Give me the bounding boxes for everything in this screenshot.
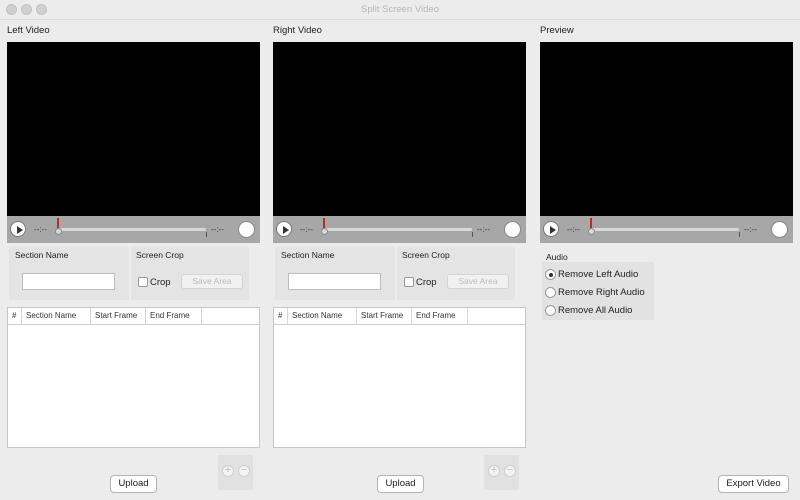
right-save-area-button[interactable]: Save Area — [447, 274, 509, 289]
right-crop-checkbox[interactable] — [404, 277, 414, 287]
left-upload-button[interactable]: Upload — [110, 475, 157, 493]
left-scrubber-track[interactable] — [58, 228, 206, 231]
right-volume-knob[interactable] — [504, 221, 521, 238]
left-crop-checkbox[interactable] — [138, 277, 148, 287]
left-col-section-name[interactable]: Section Name — [22, 308, 91, 324]
right-time-current: --:-- — [300, 225, 313, 234]
right-upload-button[interactable]: Upload — [377, 475, 424, 493]
preview-end-marker[interactable] — [739, 232, 740, 237]
left-col-start-frame[interactable]: Start Frame — [91, 308, 146, 324]
title-bar: Split Screen Video — [0, 0, 800, 20]
preview-time-remaining: --:-- — [744, 225, 757, 234]
left-volume-knob[interactable] — [238, 221, 255, 238]
right-col-start-frame[interactable]: Start Frame — [357, 308, 412, 324]
right-col-end-frame[interactable]: End Frame — [412, 308, 468, 324]
right-player-controls: --:-- --:-- — [273, 216, 526, 243]
right-add-icon[interactable]: + — [488, 465, 500, 477]
remove-right-audio-label: Remove Right Audio — [558, 287, 645, 298]
window-title: Split Screen Video — [361, 4, 439, 15]
preview-playhead-handle[interactable] — [588, 218, 595, 235]
left-section-name-box: Section Name — [9, 247, 129, 300]
preview-time-current: --:-- — [567, 225, 580, 234]
left-col-number[interactable]: # — [8, 308, 22, 324]
right-crop-label: Crop — [416, 277, 437, 288]
export-video-button[interactable]: Export Video — [718, 475, 789, 493]
left-end-marker[interactable] — [206, 232, 207, 237]
left-save-area-button[interactable]: Save Area — [181, 274, 243, 289]
right-end-marker[interactable] — [472, 232, 473, 237]
left-sections-table: # Section Name Start Frame End Frame — [7, 307, 260, 448]
left-remove-icon[interactable]: − — [238, 465, 250, 477]
left-add-icon[interactable]: + — [222, 465, 234, 477]
preview-player-controls: --:-- --:-- — [540, 216, 793, 243]
left-table-header: # Section Name Start Frame End Frame — [8, 308, 259, 325]
left-section-name-input[interactable] — [22, 273, 115, 290]
left-section-name-label: Section Name — [15, 250, 69, 260]
preview-label: Preview — [540, 25, 574, 36]
right-play-icon[interactable] — [276, 221, 292, 237]
left-col-end-frame[interactable]: End Frame — [146, 308, 202, 324]
right-screen-crop-label: Screen Crop — [402, 250, 450, 260]
audio-options-group: Remove Left Audio Remove Right Audio Rem… — [542, 262, 654, 320]
remove-all-audio-label: Remove All Audio — [558, 305, 633, 316]
right-col-number[interactable]: # — [274, 308, 288, 324]
right-col-section-name[interactable]: Section Name — [288, 308, 357, 324]
remove-left-audio-radio[interactable] — [545, 269, 556, 280]
right-section-name-box: Section Name — [275, 247, 395, 300]
left-add-remove-group: + − — [218, 455, 253, 490]
right-playhead-handle[interactable] — [321, 218, 328, 235]
left-crop-label: Crop — [150, 277, 171, 288]
right-video-label: Right Video — [273, 25, 322, 36]
left-time-current: --:-- — [34, 225, 47, 234]
right-screen-crop-box: Screen Crop Crop Save Area — [397, 247, 515, 300]
left-time-remaining: --:-- — [211, 225, 224, 234]
left-video-player[interactable] — [7, 42, 260, 216]
left-player-controls: --:-- --:-- — [7, 216, 260, 243]
preview-play-icon[interactable] — [543, 221, 559, 237]
right-sections-table: # Section Name Start Frame End Frame — [273, 307, 526, 448]
left-video-label: Left Video — [7, 25, 50, 36]
preview-volume-knob[interactable] — [771, 221, 788, 238]
preview-video-player[interactable] — [540, 42, 793, 216]
right-add-remove-group: + − — [484, 455, 519, 490]
left-screen-crop-label: Screen Crop — [136, 250, 184, 260]
right-video-player[interactable] — [273, 42, 526, 216]
right-time-remaining: --:-- — [477, 225, 490, 234]
right-section-name-input[interactable] — [288, 273, 381, 290]
audio-label: Audio — [546, 252, 568, 262]
right-remove-icon[interactable]: − — [504, 465, 516, 477]
left-screen-crop-box: Screen Crop Crop Save Area — [131, 247, 249, 300]
left-playhead-handle[interactable] — [55, 218, 62, 235]
remove-right-audio-radio[interactable] — [545, 287, 556, 298]
right-table-header: # Section Name Start Frame End Frame — [274, 308, 525, 325]
right-section-name-label: Section Name — [281, 250, 335, 260]
remove-left-audio-label: Remove Left Audio — [558, 269, 639, 280]
preview-scrubber-track[interactable] — [591, 228, 739, 231]
left-play-icon[interactable] — [10, 221, 26, 237]
remove-all-audio-radio[interactable] — [545, 305, 556, 316]
right-scrubber-track[interactable] — [324, 228, 472, 231]
